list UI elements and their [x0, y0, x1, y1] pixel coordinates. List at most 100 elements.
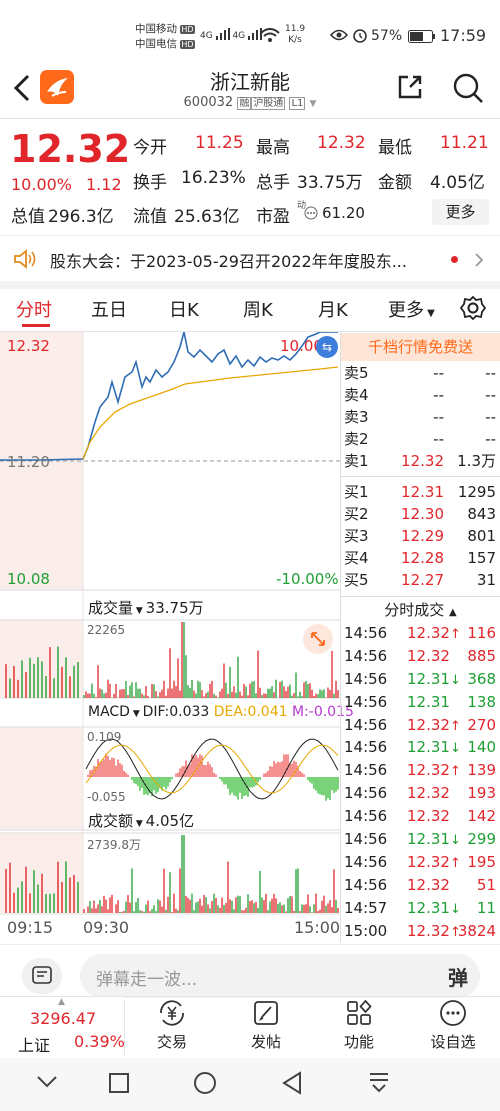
divider [0, 118, 500, 119]
high-value: 12.32 [317, 133, 366, 153]
clock: 17:59 [440, 26, 487, 45]
index-widget[interactable]: ▲ 3296.47 上证 0.39% [0, 997, 125, 1057]
volume-label: 总手 [256, 173, 290, 193]
orderbook-banner[interactable]: 千档行情免费送 [341, 333, 500, 361]
trade-row: 14:56 12.32↑ 116 [344, 624, 496, 642]
nav-home-button[interactable] [193, 1071, 217, 1095]
ask-row-5: 卖1 12.32 1.3万 [344, 452, 496, 470]
trade-list-header[interactable]: 分时成交 ▲ [341, 596, 500, 622]
edit-icon [254, 1001, 278, 1025]
chevron-down-icon [37, 1076, 57, 1088]
share-button[interactable] [396, 73, 424, 101]
orderbook-divider [341, 476, 500, 477]
trade-row: 14:56 12.32 885 [344, 646, 496, 665]
trade-row: 14:56 12.32↑ 195 [344, 852, 496, 871]
status-bar: 中国移动 HD 中国电信 HD 4G 4G 11.9 K/s 57% 17:59 [0, 0, 500, 70]
tab-daily-k[interactable]: 日K [169, 296, 199, 322]
danmu-icon [32, 966, 52, 984]
pe-label: 市盈 [256, 207, 290, 227]
info-icon[interactable] [304, 206, 318, 220]
tab-more[interactable]: 更多 ▼ [388, 296, 435, 322]
expand-button[interactable] [303, 624, 333, 654]
chart-toggle-icon[interactable]: ⇆ [316, 336, 338, 358]
more-button[interactable]: 更多 [432, 199, 489, 225]
battery-icon [408, 30, 436, 43]
stock-title: 浙江新能 [210, 70, 290, 94]
settings-button[interactable] [460, 295, 486, 321]
tab-5day[interactable]: 五日 [91, 296, 127, 322]
turnover-value: 16.23% [181, 168, 246, 188]
nav-back-button[interactable] [281, 1071, 303, 1095]
square-icon [109, 1073, 129, 1093]
time-open: 09:30 [83, 918, 130, 937]
search-button[interactable] [452, 72, 484, 104]
mcap-label: 总值 [11, 207, 45, 227]
watchlist-button[interactable]: 设自选 [420, 998, 486, 1056]
hd-badge: HD [180, 25, 195, 34]
nav-hide-button[interactable] [36, 1074, 58, 1090]
intraday-chart[interactable] [0, 332, 340, 942]
circle-icon [194, 1072, 216, 1094]
danmu-send-button[interactable]: 弹 [448, 962, 468, 991]
macd-label[interactable]: MACD ▼ DIF:0.033 DEA:0.041 M:-0.015 [88, 704, 354, 720]
function-button[interactable]: 功能 [327, 998, 391, 1056]
macd-bot: -0.055 [87, 790, 126, 804]
low-value: 11.21 [440, 133, 489, 153]
notice-text[interactable]: 股东大会：于2023-05-29召开2022年年度股东... [50, 248, 440, 272]
open-label: 今开 [133, 138, 167, 158]
notice-arrow-icon[interactable] [474, 252, 484, 268]
trade-row: 14:56 12.32 51 [344, 875, 496, 894]
nav-menu-button[interactable] [368, 1071, 390, 1095]
nav-recents-button[interactable] [108, 1072, 130, 1094]
ask-row-1: 卖5 -- -- [344, 364, 496, 382]
divider [0, 944, 500, 945]
signal-icon: 4G 4G [200, 28, 263, 41]
bid-row-4: 买4 12.28 157 [344, 549, 496, 567]
bid-row-5: 买5 12.27 31 [344, 571, 496, 589]
triangle-back-icon [282, 1071, 301, 1095]
divider [0, 235, 500, 236]
float-value: 25.63亿 [174, 207, 240, 227]
trade-list[interactable]: 分时成交 ▲ 14:56 12.32↑ 116 14:56 12.32 885 14:56 12… [341, 596, 500, 942]
open-value: 11.25 [195, 133, 244, 153]
system-nav-bar [0, 1058, 500, 1111]
trade-button[interactable]: 交易 [140, 998, 204, 1056]
tab-fenshi[interactable]: 分时 [16, 296, 52, 322]
volume-label[interactable]: 成交量 ▼ 33.75万 [88, 597, 204, 618]
tab-monthly-k[interactable]: 月K [318, 296, 348, 322]
macd-top: 0.109 [87, 730, 122, 744]
chart-high-label: 12.32 [7, 337, 50, 355]
time-start: 09:15 [7, 918, 54, 937]
orderbook: 卖5 -- -- 卖4 -- -- 卖3 -- -- 卖2 -- -- 卖1 12.32 1.3万 买1 12.… [341, 362, 500, 591]
tab-weekly-k[interactable]: 周K [243, 296, 273, 322]
trade-row: 14:56 12.31↓ 140 [344, 738, 496, 757]
search-icon [453, 73, 483, 103]
change-amount: 1.12 [86, 175, 122, 194]
expand-icon [311, 632, 325, 646]
battery-percent: 57% [371, 28, 403, 44]
danmu-toggle-button[interactable] [22, 958, 62, 994]
pe-value: 61.20 [322, 204, 365, 222]
net-speed: 11.9 K/s [285, 24, 306, 45]
amount-value: 4.05亿 [430, 173, 485, 193]
trade-row: 15:00 12.32↑ 3824 [344, 921, 496, 940]
amount-chart-label[interactable]: 成交额 ▼ 4.05亿 [88, 810, 194, 831]
carrier-1: 中国移动 [135, 23, 177, 35]
alarm-icon [352, 27, 368, 43]
mcap-value: 296.3亿 [48, 207, 114, 227]
trade-row: 14:56 12.32↑ 270 [344, 715, 496, 734]
notice-dot [451, 256, 458, 263]
ask-row-3: 卖3 -- -- [344, 408, 496, 426]
ask-row-4: 卖2 -- -- [344, 430, 496, 448]
amount-max: 2739.8万 [87, 838, 141, 852]
grid-icon [347, 999, 372, 1025]
amount-label: 金额 [378, 173, 412, 193]
low-label: 最低 [378, 138, 412, 158]
gear-icon [460, 295, 486, 321]
trade-row: 14:56 12.31↓ 368 [344, 669, 496, 688]
yuan-exchange-icon [160, 1000, 184, 1026]
post-button[interactable]: 发帖 [234, 998, 298, 1056]
wifi-icon [260, 28, 280, 42]
tab-underline [22, 324, 50, 327]
danmu-input[interactable]: 弹幕走一波... 弹 [80, 954, 480, 998]
